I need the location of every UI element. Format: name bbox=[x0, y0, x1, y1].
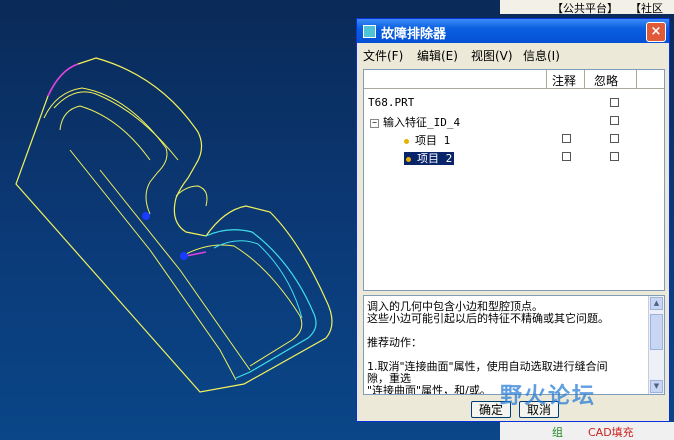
scroll-down-icon[interactable]: ▼ bbox=[650, 380, 663, 393]
item-bullet-icon bbox=[404, 138, 409, 144]
background-tab-2[interactable]: 【社区 bbox=[630, 0, 663, 16]
item-bullet-icon bbox=[406, 156, 411, 162]
menu-info[interactable]: 信息(I) bbox=[523, 47, 560, 64]
message-line: 这些小边可能引起以后的特征不精确或其它问题。 bbox=[367, 312, 609, 325]
background-tab-1[interactable]: 【公共平台】 bbox=[552, 0, 618, 16]
watermark-logo: 野火论坛 bbox=[500, 384, 597, 409]
column-divider bbox=[584, 70, 585, 88]
window-title: 故障排除器 bbox=[381, 27, 447, 42]
selected-item: 项目 2 bbox=[404, 152, 455, 165]
annotate-checkbox[interactable] bbox=[562, 134, 571, 143]
collapse-toggle[interactable]: − bbox=[370, 118, 379, 128]
message-line: "连接曲面"属性，和/或。 bbox=[367, 384, 491, 395]
model-cyan-curve-1 bbox=[205, 229, 317, 379]
message-line: 推荐动作： bbox=[367, 336, 422, 349]
annotate-checkbox[interactable] bbox=[562, 152, 571, 161]
ignore-checkbox[interactable] bbox=[610, 98, 619, 107]
troubleshooter-dialog: 故障排除器 × 文件(F) 编辑(E) 视图(V) 信息(I) 注释 忽略 T6… bbox=[356, 18, 670, 422]
background-bottom-item-1[interactable]: 组 bbox=[552, 424, 563, 440]
header-divider bbox=[364, 88, 664, 89]
menu-edit[interactable]: 编辑(E) bbox=[417, 47, 458, 64]
background-bottom-item-2[interactable]: CAD填充 bbox=[588, 424, 634, 440]
column-header-ignore[interactable]: 忽略 bbox=[594, 72, 618, 88]
ignore-checkbox[interactable] bbox=[610, 116, 619, 125]
menu-bar: 文件(F) 编辑(E) 视图(V) 信息(I) bbox=[357, 43, 669, 65]
scroll-thumb[interactable] bbox=[650, 314, 663, 350]
column-divider bbox=[636, 70, 637, 88]
background-bottom-strip: 组 CAD填充 bbox=[500, 422, 674, 440]
ignore-checkbox[interactable] bbox=[610, 152, 619, 161]
tree-row-root[interactable]: T68.PRT bbox=[368, 96, 414, 109]
menu-view[interactable]: 视图(V) bbox=[471, 47, 513, 64]
model-magenta-edge-1 bbox=[47, 63, 79, 97]
vertical-scrollbar[interactable]: ▲ ▼ bbox=[648, 296, 664, 394]
close-button[interactable]: × bbox=[646, 22, 666, 42]
tree-label: 输入特征_ID_4 bbox=[383, 116, 461, 129]
model-cyan-curve-2 bbox=[213, 240, 303, 319]
feature-tree[interactable]: 注释 忽略 T68.PRT − 输入特征_ID_4 项目 1 项目 2 bbox=[363, 69, 665, 291]
model-inner-curve-2 bbox=[53, 91, 179, 161]
vertex-marker-2 bbox=[180, 252, 188, 260]
menu-file[interactable]: 文件(F) bbox=[363, 47, 403, 64]
model-inner-curve-4 bbox=[69, 149, 237, 381]
app-icon bbox=[363, 25, 376, 38]
tree-label: 项目 1 bbox=[415, 134, 451, 147]
ignore-checkbox[interactable] bbox=[610, 134, 619, 143]
tree-row-item[interactable]: 项目 1 bbox=[404, 132, 450, 148]
model-outline bbox=[15, 57, 333, 393]
column-divider bbox=[546, 70, 547, 88]
scroll-up-icon[interactable]: ▲ bbox=[650, 297, 663, 310]
tree-label: 项目 2 bbox=[417, 152, 453, 165]
model-inner-curve-3 bbox=[59, 105, 151, 161]
column-header-annotate[interactable]: 注释 bbox=[552, 72, 576, 88]
tree-row-feature[interactable]: − 输入特征_ID_4 bbox=[370, 114, 460, 130]
tree-row-item-selected[interactable]: 项目 2 bbox=[404, 150, 455, 166]
background-tab-strip: 【公共平台】 【社区 bbox=[500, 0, 674, 16]
tree-label: T68.PRT bbox=[368, 96, 415, 109]
vertex-marker-1 bbox=[142, 212, 150, 220]
title-bar[interactable]: 故障排除器 × bbox=[357, 19, 669, 43]
